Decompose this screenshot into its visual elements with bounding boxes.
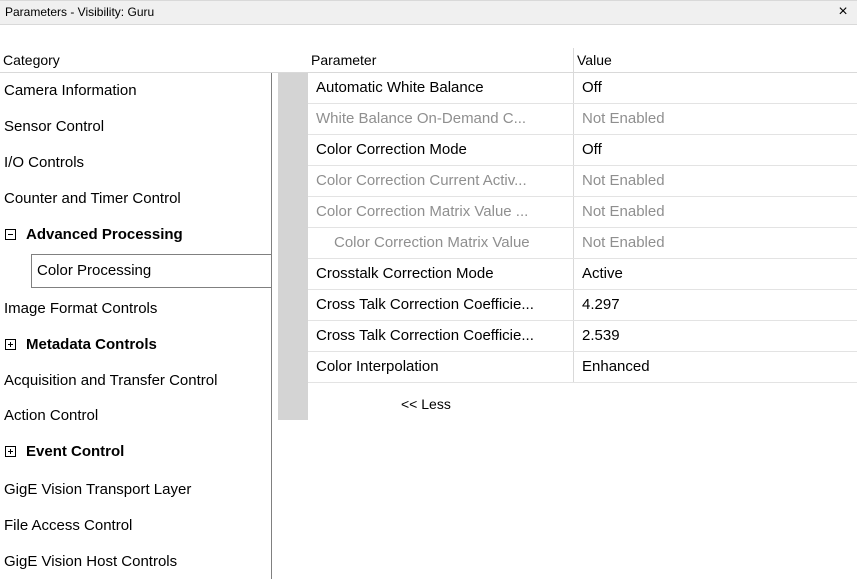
- category-item[interactable]: Advanced Processing: [0, 217, 272, 252]
- category-label: GigE Vision Host Controls: [4, 553, 178, 570]
- parameter-value: Not Enabled: [582, 203, 665, 220]
- parameter-header[interactable]: Parameter: [308, 48, 574, 72]
- parameter-name: Color Correction Current Activ...: [308, 166, 574, 196]
- category-label: I/O Controls: [4, 154, 85, 171]
- category-tree: Camera Information Sensor Control I/O Cont…: [0, 73, 272, 579]
- parameter-value[interactable]: Off: [574, 73, 857, 103]
- parameter-value[interactable]: Active: [574, 259, 857, 289]
- less-link[interactable]: << Less: [401, 396, 451, 412]
- category-label: File Access Control: [4, 517, 133, 534]
- parameter-row[interactable]: Color Correction Matrix Value Not Enabled: [308, 228, 857, 259]
- collapse-icon[interactable]: [5, 228, 16, 240]
- category-label: Sensor Control: [4, 118, 105, 135]
- category-item[interactable]: Camera Information: [0, 73, 272, 108]
- category-item[interactable]: GigE Vision Transport Layer: [0, 472, 272, 507]
- close-icon[interactable]: ×: [835, 2, 851, 22]
- parameter-row[interactable]: Crosstalk Correction Mode Active: [308, 259, 857, 290]
- parameter-value[interactable]: Enhanced: [574, 352, 857, 382]
- parameter-row[interactable]: Color Interpolation Enhanced: [308, 352, 857, 383]
- category-item[interactable]: Counter and Timer Control: [0, 181, 272, 216]
- category-item[interactable]: Image Format Controls: [0, 291, 272, 326]
- category-label: GigE Vision Transport Layer: [4, 481, 192, 498]
- parameter-value: Not Enabled: [582, 110, 665, 127]
- expand-icon[interactable]: [5, 338, 16, 350]
- parameter-name: Color Correction Matrix Value ...: [308, 197, 574, 227]
- category-label: Metadata Controls: [26, 336, 157, 353]
- parameter-name: Cross Talk Correction Coefficie...: [308, 290, 574, 320]
- category-label: Action Control: [4, 407, 99, 424]
- title-bar: Parameters - Visibility: Guru ×: [0, 0, 857, 25]
- parameter-row[interactable]: Color Correction Mode Off: [308, 135, 857, 166]
- value-header[interactable]: Value: [574, 48, 857, 72]
- window-title: Parameters - Visibility: Guru: [5, 5, 155, 19]
- parameter-value[interactable]: Off: [574, 135, 857, 165]
- category-item[interactable]: Metadata Controls: [0, 327, 272, 362]
- category-label: Image Format Controls: [4, 300, 158, 317]
- header-divider: [573, 48, 574, 73]
- category-item[interactable]: GigE Vision Host Controls: [0, 544, 272, 579]
- parameter-row[interactable]: Cross Talk Correction Coefficie... 4.297: [308, 290, 857, 321]
- category-item[interactable]: I/O Controls: [0, 145, 272, 180]
- category-label: Advanced Processing: [26, 226, 183, 243]
- parameter-value: Not Enabled: [582, 234, 665, 251]
- category-item[interactable]: Action Control: [0, 398, 272, 433]
- column-header-row: Category Parameter Value: [0, 48, 857, 73]
- category-label: Event Control: [26, 443, 125, 460]
- parameter-name: White Balance On-Demand C...: [308, 104, 574, 134]
- category-item-selected[interactable]: Color Processing: [31, 254, 272, 288]
- parameter-name: Color Correction Matrix Value: [308, 228, 574, 258]
- category-label: Color Processing: [37, 262, 152, 279]
- parameter-name: Automatic White Balance: [308, 73, 574, 103]
- parameter-name: Cross Talk Correction Coefficie...: [308, 321, 574, 351]
- category-item[interactable]: File Access Control: [0, 508, 272, 543]
- category-label: Camera Information: [4, 82, 137, 99]
- parameter-value: Not Enabled: [582, 172, 665, 189]
- row-header-strip: [278, 73, 308, 420]
- parameter-value[interactable]: 4.297: [574, 290, 857, 320]
- parameter-name: Color Correction Mode: [308, 135, 574, 165]
- category-item[interactable]: Acquisition and Transfer Control: [0, 363, 272, 398]
- category-item[interactable]: Sensor Control: [0, 109, 272, 144]
- parameter-row[interactable]: Color Correction Current Activ... Not Ena…: [308, 166, 857, 197]
- parameter-row[interactable]: Cross Talk Correction Coefficie... 2.539: [308, 321, 857, 352]
- expand-icon[interactable]: [5, 445, 16, 457]
- parameter-name: Color Interpolation: [308, 352, 574, 382]
- parameter-row[interactable]: Automatic White Balance Off: [308, 73, 857, 104]
- category-label: Counter and Timer Control: [4, 190, 181, 207]
- category-header[interactable]: Category: [0, 48, 272, 72]
- parameter-name: Crosstalk Correction Mode: [308, 259, 574, 289]
- category-item[interactable]: Event Control: [0, 434, 272, 469]
- parameter-row[interactable]: White Balance On-Demand C... Not Enabled: [308, 104, 857, 135]
- parameter-row[interactable]: Color Correction Matrix Value ... Not Ena…: [308, 197, 857, 228]
- category-label: Acquisition and Transfer Control: [4, 372, 218, 389]
- parameter-value[interactable]: 2.539: [574, 321, 857, 351]
